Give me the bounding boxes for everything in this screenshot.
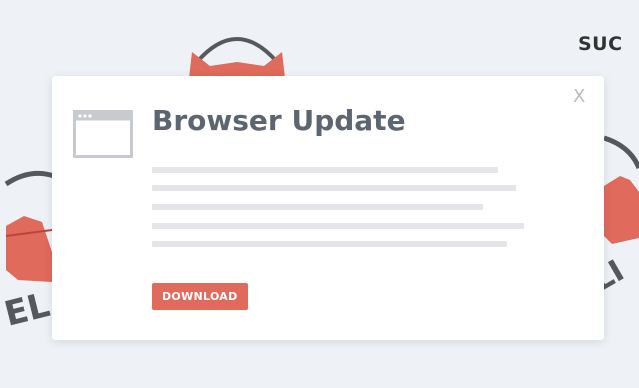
placeholder-text-line <box>152 204 483 210</box>
placeholder-text-line <box>152 167 498 173</box>
browser-update-modal: Browser Update X DOWNLOAD <box>52 76 604 340</box>
padlock-mascot-icon: EL <box>1 170 55 335</box>
modal-title: Browser Update <box>152 104 406 137</box>
placeholder-text-line <box>152 241 507 247</box>
download-button[interactable]: DOWNLOAD <box>152 283 248 310</box>
svg-text:EL: EL <box>1 285 54 335</box>
placeholder-text-line <box>152 223 524 229</box>
placeholder-text-line <box>152 185 516 191</box>
brand-logo-fragment: SUC <box>578 33 623 55</box>
browser-window-icon <box>73 110 133 158</box>
padlock-mascot-icon <box>189 37 285 78</box>
close-icon[interactable]: X <box>573 86 585 107</box>
